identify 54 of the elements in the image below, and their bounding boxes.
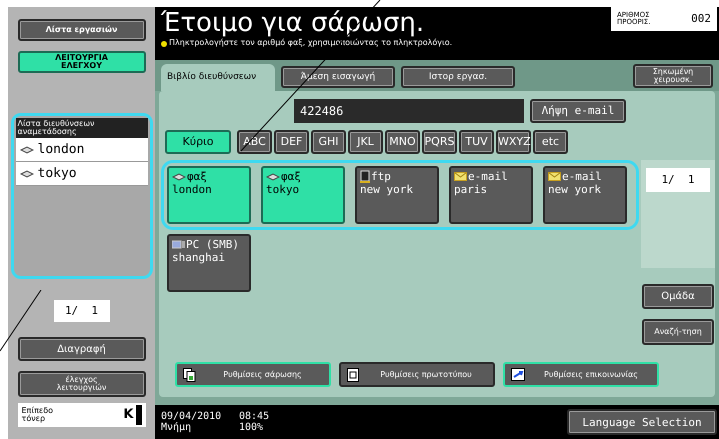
destination-button[interactable]: e-mail new york: [543, 166, 627, 224]
index-tab[interactable]: TUV: [459, 130, 494, 154]
receive-email-button[interactable]: Λήψη e-mail: [530, 99, 626, 123]
tab[interactable]: Ιστορ εργασ.: [401, 66, 515, 88]
hook-button[interactable]: Σηκωμένη χειρουσκ.: [633, 64, 713, 88]
envelope-icon: [548, 172, 561, 181]
index-tab[interactable]: JKL: [348, 130, 383, 154]
index-tab[interactable]: PQRS: [422, 130, 457, 154]
index-tab[interactable]: etc: [533, 130, 568, 154]
destination-button[interactable]: φαξ london: [167, 166, 251, 224]
time-text: 08:45: [239, 411, 270, 422]
index-tab[interactable]: ABC: [237, 130, 272, 154]
memory-label: Μνήμη: [161, 422, 192, 433]
settings-button[interactable]: Ρυθμίσεις σάρωσης: [175, 362, 331, 387]
destination-button[interactable]: PC (SMB) shanghai: [167, 234, 251, 292]
number-field[interactable]: 422486: [294, 99, 524, 123]
computer-icon: [172, 240, 185, 249]
date-text: 09/04/2010: [161, 411, 222, 422]
arrows-icon: [511, 368, 525, 381]
toner-color-label: K: [123, 406, 134, 424]
leader-line: [0, 290, 42, 352]
toner-label: Επίπεδο τόνερ: [22, 407, 54, 423]
list-item[interactable]: london: [16, 138, 148, 162]
group-button[interactable]: Ομάδα: [642, 284, 714, 309]
memory-value: 100%: [239, 422, 264, 433]
tab[interactable]: Βιβλίο διευθύνσεων: [161, 64, 275, 91]
counter-value: 002: [691, 10, 711, 27]
destination-button[interactable]: e-mail paris: [449, 166, 533, 224]
settings-button[interactable]: Ρυθμίσεις πρωτοτύπου: [339, 362, 495, 387]
sidebar-button[interactable]: ΛΕΙΤΟΥΡΓΙΑ ΕΛΕΓΧΟΥ: [18, 51, 146, 73]
page-indicator: 1/ 1: [646, 168, 710, 192]
search-button[interactable]: Αναζή-τηση: [642, 319, 714, 345]
settings-button[interactable]: Ρυθμίσεις επικοινωνίας: [503, 362, 659, 387]
destination-button[interactable]: φαξ tokyo: [261, 166, 345, 224]
index-tab[interactable]: GHI: [311, 130, 346, 154]
destination-button[interactable]: ftp new york: [355, 166, 439, 224]
document-icon: [347, 368, 359, 382]
instruction-text: Πληκτρολογήστε τον αριθμό φαξ, χρησιμοποιώντας το πληκτρολόγιο.: [169, 39, 454, 47]
document-icon: [360, 170, 370, 183]
language-button[interactable]: Language Selection: [567, 409, 717, 435]
index-tab[interactable]: WXYZ: [496, 130, 531, 154]
list-item[interactable]: tokyo: [16, 162, 148, 186]
status-title: Έτοιμο για σάρωση.: [161, 7, 426, 38]
list-title: Λίστα διευθύνσεων αναμετάδοσης: [16, 118, 148, 138]
function-check-button[interactable]: έλεγχος λειτουργιών: [18, 371, 146, 397]
index-tab[interactable]: Κύριο: [165, 130, 231, 154]
sidebar-button[interactable]: Λίστα εργασιών: [18, 19, 146, 41]
index-tab[interactable]: DEF: [274, 130, 309, 154]
page-indicator: 1/ 1: [54, 300, 110, 322]
delete-button[interactable]: Διαγραφή: [18, 337, 146, 361]
index-tab[interactable]: MNO: [385, 130, 420, 154]
pages-icon: [183, 368, 196, 382]
tab[interactable]: Άμεση εισαγωγή: [281, 66, 395, 88]
envelope-icon: [454, 172, 467, 181]
